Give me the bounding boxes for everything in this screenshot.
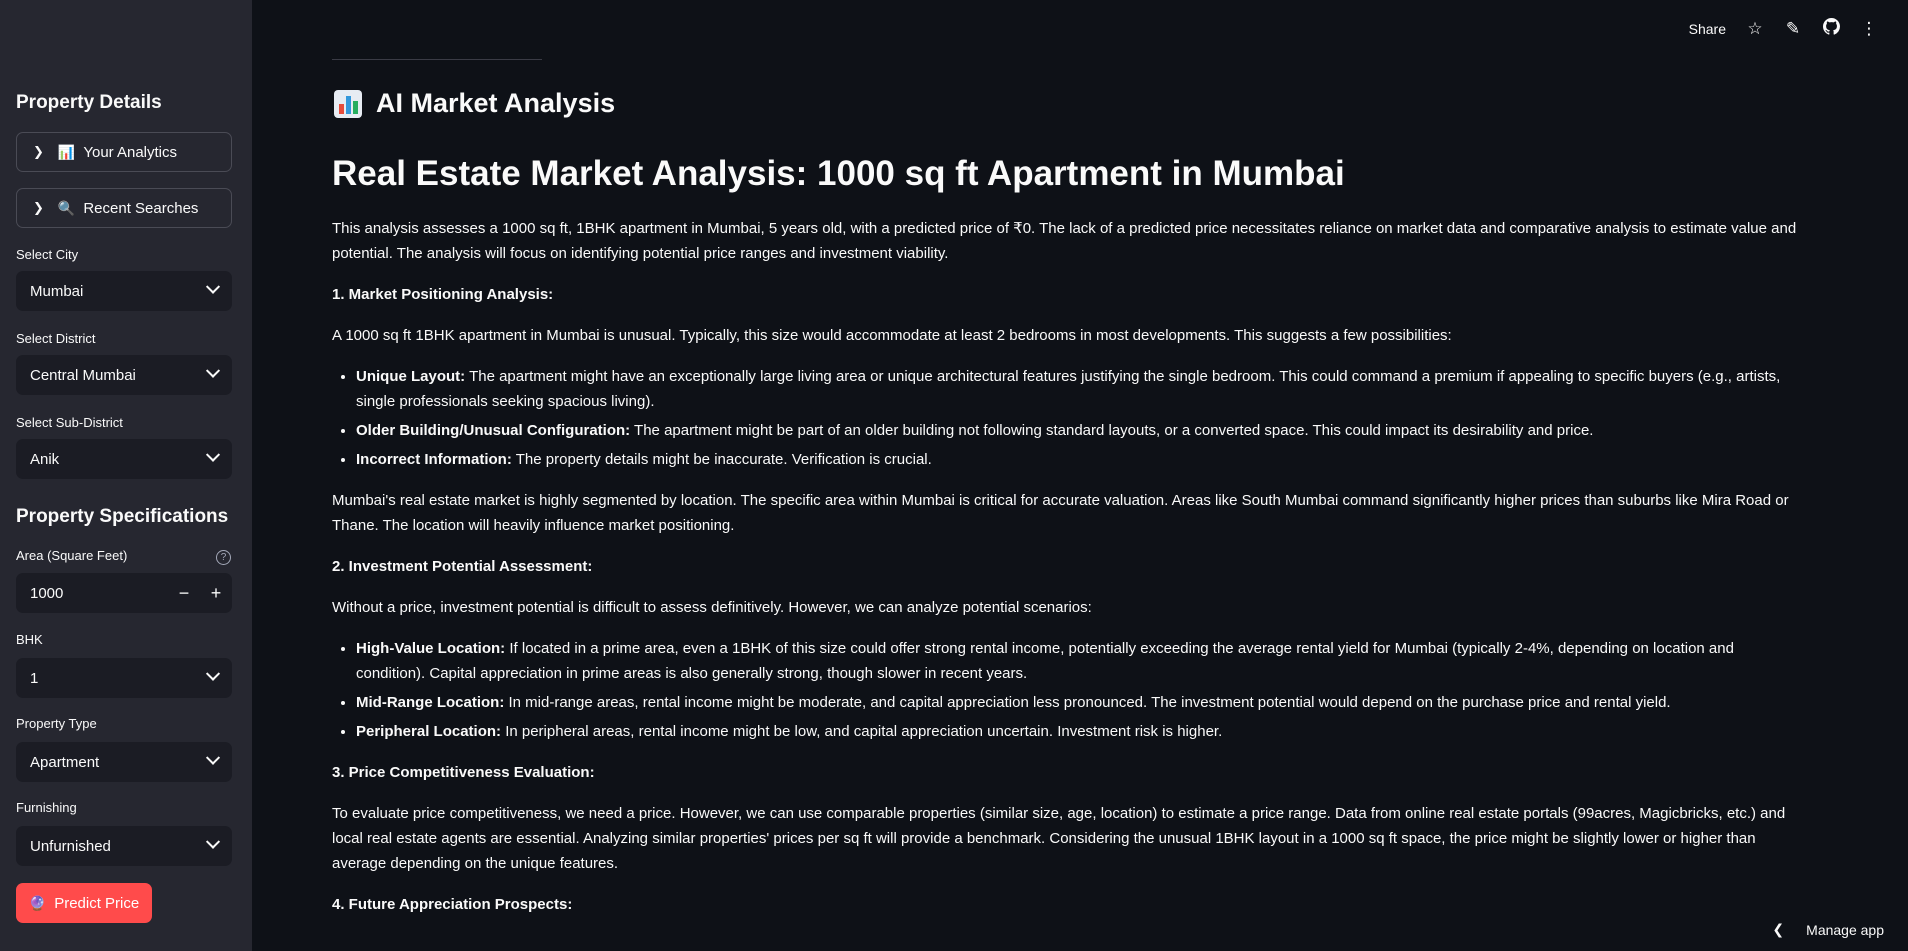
bar-chart-icon <box>334 89 362 118</box>
chevron-down-icon <box>205 750 221 765</box>
recent-searches-expander[interactable]: ❯ 🔍 Recent Searches <box>16 188 232 228</box>
bhk-label: BHK <box>16 632 43 647</box>
section-heading: 4. Future Appreciation Prospects: <box>332 896 573 913</box>
bhk-value: 1 <box>30 669 39 687</box>
crystal-ball-icon: 🔮 <box>28 894 47 911</box>
manage-app-button[interactable]: ❮ Manage app <box>1772 921 1884 938</box>
help-icon[interactable]: ? <box>216 550 231 565</box>
increment-button[interactable]: + <box>200 583 232 604</box>
paragraph: To evaluate price competitiveness, we ne… <box>332 805 1786 872</box>
your-analytics-expander[interactable]: ❯ 📊 Your Analytics <box>16 132 232 172</box>
chevron-right-icon: ❯ <box>33 144 44 159</box>
chevron-right-icon: ❯ <box>33 200 44 215</box>
page-title: Real Estate Market Analysis: 1000 sq ft … <box>332 154 1345 193</box>
chart-icon: 📊 <box>57 143 76 160</box>
paragraph: Mumbai's real estate market is highly se… <box>332 492 1789 534</box>
chevron-down-icon <box>205 447 221 462</box>
district-label: Select District <box>16 331 96 346</box>
paragraph: Without a price, investment potential is… <box>332 599 1092 616</box>
area-label: Area (Square Feet) <box>16 548 128 563</box>
predict-price-label: Predict Price <box>54 894 140 912</box>
bhk-select[interactable]: 1 <box>16 658 232 698</box>
chevron-down-icon <box>205 666 221 681</box>
share-button[interactable]: Share <box>1689 21 1726 37</box>
predict-price-button[interactable]: 🔮 Predict Price <box>16 883 152 923</box>
ai-market-analysis-subheader: AI Market Analysis <box>334 88 615 119</box>
expander-label: Your Analytics <box>83 143 178 161</box>
subheader-text: AI Market Analysis <box>376 88 616 118</box>
list-item: Unique Layout: The apartment might have … <box>356 364 1802 414</box>
section-heading: 3. Price Competitiveness Evaluation: <box>332 764 595 781</box>
chevron-down-icon <box>205 834 221 849</box>
list-item: Mid-Range Location: In mid-range areas, … <box>356 690 1802 715</box>
furnishing-label: Furnishing <box>16 800 77 815</box>
magnifier-icon: 🔍 <box>57 199 76 216</box>
furnishing-value: Unfurnished <box>30 837 111 855</box>
subdistrict-label: Select Sub-District <box>16 415 123 430</box>
analysis-body: This analysis assesses a 1000 sq ft, 1BH… <box>332 216 1802 933</box>
property-type-label: Property Type <box>16 716 97 731</box>
section-heading: 2. Investment Potential Assessment: <box>332 558 593 575</box>
chevron-down-icon <box>205 363 221 378</box>
github-icon[interactable] <box>1822 18 1840 40</box>
bullet-list: Unique Layout: The apartment might have … <box>332 364 1802 472</box>
decrement-button[interactable]: − <box>168 583 200 604</box>
paragraph: A 1000 sq ft 1BHK apartment in Mumbai is… <box>332 327 1452 344</box>
area-input[interactable]: 1000 − + <box>16 573 232 613</box>
city-value: Mumbai <box>30 282 84 300</box>
district-value: Central Mumbai <box>30 366 136 384</box>
area-value[interactable]: 1000 <box>30 585 168 602</box>
top-toolbar: Share ☆ ✎ ⋮ <box>1689 18 1878 40</box>
list-item: Peripheral Location: In peripheral areas… <box>356 719 1802 744</box>
list-item: Incorrect Information: The property deta… <box>356 447 1802 472</box>
section-heading: 1. Market Positioning Analysis: <box>332 286 554 303</box>
furnishing-select[interactable]: Unfurnished <box>16 826 232 866</box>
city-select[interactable]: Mumbai <box>16 271 232 311</box>
divider <box>332 59 542 60</box>
city-label: Select City <box>16 247 79 262</box>
subdistrict-select[interactable]: Anik <box>16 439 232 479</box>
district-select[interactable]: Central Mumbai <box>16 355 232 395</box>
list-item: Older Building/Unusual Configuration: Th… <box>356 418 1802 443</box>
edit-icon[interactable]: ✎ <box>1784 19 1802 39</box>
subdistrict-value: Anik <box>30 450 60 468</box>
chevron-down-icon <box>205 279 221 294</box>
property-type-select[interactable]: Apartment <box>16 742 232 782</box>
intro-paragraph: This analysis assesses a 1000 sq ft, 1BH… <box>332 220 1797 262</box>
sidebar: Property Details ❯ 📊 Your Analytics ❯ 🔍 … <box>0 0 252 951</box>
property-specifications-heading: Property Specifications <box>16 506 229 527</box>
more-icon[interactable]: ⋮ <box>1860 19 1878 39</box>
property-details-heading: Property Details <box>16 92 162 113</box>
list-item: High-Value Location: If located in a pri… <box>356 636 1802 686</box>
expander-label: Recent Searches <box>83 199 199 217</box>
manage-app-label: Manage app <box>1806 921 1884 938</box>
chevron-left-icon: ❮ <box>1772 921 1785 937</box>
property-type-value: Apartment <box>30 753 100 771</box>
bullet-list: High-Value Location: If located in a pri… <box>332 636 1802 744</box>
star-icon[interactable]: ☆ <box>1746 19 1764 39</box>
